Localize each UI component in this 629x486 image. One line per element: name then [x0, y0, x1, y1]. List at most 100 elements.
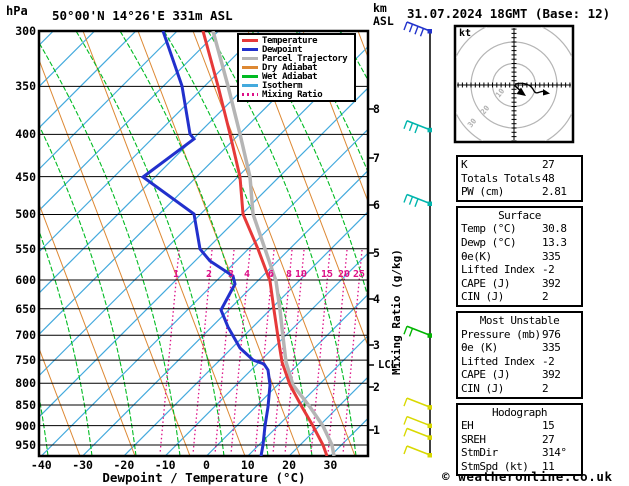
pressure-tick-label: 650 [15, 301, 36, 316]
km-tick-label: 7 [373, 151, 380, 165]
row-value: 15 [542, 419, 555, 433]
pressure-tick-label: 400 [15, 127, 36, 142]
row-value: 2.81 [542, 185, 567, 199]
skewt-sounding-page: 10 20 30 hPa 50°00'N 14°26'E 331m ASL 31.0… [0, 0, 629, 486]
legend-swatch [242, 84, 258, 87]
row-label: Totals Totals [461, 171, 541, 185]
station-title: 50°00'N 14°26'E 331m ASL [52, 8, 233, 23]
row-label: SREH [461, 432, 486, 446]
mixing-ratio-axis-label: Mixing Ratio (g/kg) [390, 249, 403, 376]
pressure-tick-label: 500 [15, 207, 36, 222]
table-row: θe (K) 335 [461, 341, 578, 355]
table-row: Lifted Index -2 [461, 355, 578, 369]
mixing-ratio-label: 10 [294, 269, 308, 280]
row-value: 392 [542, 368, 561, 382]
pressure-tick-label: 300 [15, 24, 36, 38]
x-axis-title: Dewpoint / Temperature (°C) [102, 470, 306, 485]
row-label: Lifted Index [461, 263, 535, 277]
legend-swatch [242, 93, 258, 96]
datetime-title: 31.07.2024 18GMT (Base: 12) [407, 6, 611, 21]
table: K 27 Totals Totals 48 PW (cm) 2.81 [456, 155, 583, 202]
legend-swatch [242, 39, 258, 42]
pressure-tick-label: 350 [15, 79, 36, 94]
row-value: -2 [542, 263, 555, 277]
row-label: θe (K) [461, 341, 498, 355]
table-row: θe(K) 335 [461, 250, 578, 264]
mixing-ratio-label: 1 [172, 269, 180, 280]
pressure-tick-label: 750 [15, 353, 36, 368]
table-row: CAPE (J) 392 [461, 368, 578, 382]
row-label: Dewp (°C) [461, 235, 517, 249]
wind-barb [403, 21, 432, 37]
mixing-ratio-label: 4 [243, 269, 251, 280]
row-value: 27 [542, 432, 555, 446]
row-value: 976 [542, 327, 561, 341]
pressure-tick-label: 450 [15, 169, 36, 184]
wind-barb [403, 415, 432, 429]
legend-swatch [242, 66, 258, 69]
row-value: 48 [542, 171, 555, 185]
table-row: Dewp (°C) 13.3 [461, 236, 578, 250]
km-asl-axis-label: km ASL [373, 2, 394, 28]
legend-label: Mixing Ratio [262, 89, 323, 100]
pressure-tick-label: 950 [15, 437, 36, 452]
row-value: 335 [542, 341, 561, 355]
wind-barb [403, 120, 432, 134]
hodograph-unit-label: kt [459, 28, 472, 39]
row-label: CIN (J) [461, 290, 504, 304]
table: Hodograph EH 15 SREH 27 StmDir 314° StmSpd (kt)… [456, 402, 583, 477]
row-label: K [461, 158, 468, 171]
legend-swatch [242, 75, 258, 78]
table-row: PW (cm) 2.81 [461, 185, 578, 199]
table-row: Temp (°C) 30.8 [461, 222, 578, 236]
km-tick-label: 8 [373, 102, 380, 116]
pressure-tick-label: 600 [15, 272, 36, 287]
table-row: K 27 [461, 158, 578, 172]
stats-tables: K 27 Totals Totals 48 PW (cm) 2.81 Surface Temp… [456, 155, 583, 480]
row-label: Temp (°C) [461, 222, 517, 236]
pressure-tick-label: 550 [15, 241, 36, 256]
table-title: Surface [498, 208, 541, 222]
row-label: CAPE (J) [461, 276, 510, 290]
table-row: Totals Totals 48 [461, 172, 578, 186]
row-value: 13.3 [542, 235, 567, 249]
row-label: EH [461, 419, 474, 433]
table-row: CIN (J) 2 [461, 290, 578, 304]
table-row: StmDir 314° [461, 446, 578, 460]
table: Surface Temp (°C) 30.8 Dewp (°C) 13.3 θe(K) 33… [456, 205, 583, 307]
mixing-ratio-label: 2 [205, 269, 213, 280]
table-title: Most Unstable [479, 313, 560, 327]
table-title: Hodograph [491, 405, 548, 419]
asl-label: ASL [373, 14, 394, 28]
row-value: 30.8 [542, 222, 567, 236]
row-label: CAPE (J) [461, 368, 510, 382]
row-label: PW (cm) [461, 185, 504, 199]
mixing-ratio-label: 25 [352, 269, 366, 280]
row-value: 392 [542, 276, 561, 290]
pressure-tick-label: 800 [15, 376, 36, 391]
row-label: Lifted Index [461, 354, 535, 368]
pressure-unit-label: hPa [6, 4, 28, 18]
table-row: EH 15 [461, 419, 578, 433]
row-value: -2 [542, 354, 555, 368]
pressure-tick-label: 850 [15, 398, 36, 413]
row-label: StmDir [461, 446, 498, 460]
wind-barb [403, 445, 432, 458]
pressure-tick-label: 900 [15, 418, 36, 433]
wind-barb [403, 397, 432, 410]
pressure-tick-label: 700 [15, 328, 36, 343]
table-row: CIN (J) 2 [461, 382, 578, 396]
row-value: 335 [542, 249, 561, 263]
wind-barb-staff [403, 21, 432, 458]
row-value: 314° [542, 446, 567, 460]
table: Most Unstable Pressure (mb) 976 θe (K) 335 Li… [456, 310, 583, 399]
wind-barb [403, 325, 432, 338]
wind-barb [403, 193, 432, 207]
wind-barb [403, 427, 432, 440]
table-row: Pressure (mb) 976 [461, 328, 578, 342]
legend-swatch [242, 57, 258, 60]
row-label: Pressure (mb) [461, 327, 541, 341]
copyright: © weatheronline.co.uk [442, 469, 613, 484]
table-row: CAPE (J) 392 [461, 277, 578, 291]
legend-item: Mixing Ratio [242, 89, 352, 100]
